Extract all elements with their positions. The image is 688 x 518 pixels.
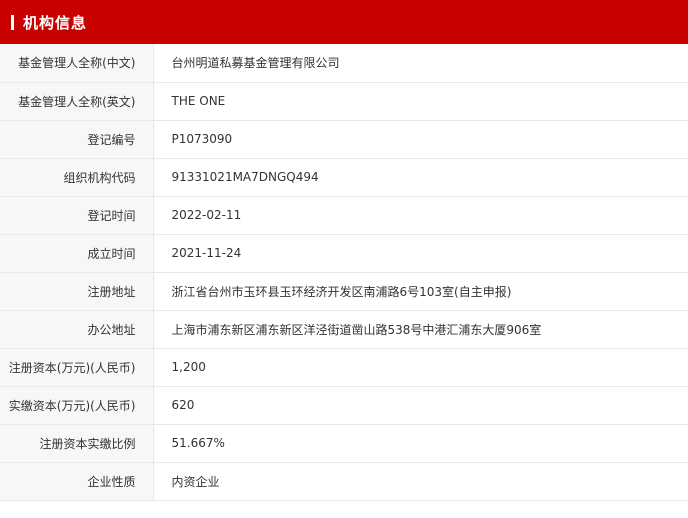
table-row: 办公地址 上海市浦东新区浦东新区洋泾街道凿山路538号中港汇浦东大厦906室 bbox=[0, 310, 688, 349]
row-label: 组织机构代码 bbox=[0, 158, 154, 197]
row-value: THE ONE bbox=[153, 82, 688, 121]
row-label: 登记时间 bbox=[0, 196, 154, 235]
row-label: 成立时间 bbox=[0, 234, 154, 273]
row-value: 上海市浦东新区浦东新区洋泾街道凿山路538号中港汇浦东大厦906室 bbox=[153, 310, 688, 349]
institution-info-table: 基金管理人全称(中文) 台州明道私募基金管理有限公司 基金管理人全称(英文) T… bbox=[0, 44, 688, 501]
table-row: 成立时间 2021-11-24 bbox=[0, 234, 688, 273]
row-value: P1073090 bbox=[153, 120, 688, 159]
row-label: 登记编号 bbox=[0, 120, 154, 159]
row-label: 实缴资本(万元)(人民币) bbox=[0, 386, 154, 425]
row-label: 基金管理人全称(中文) bbox=[0, 44, 154, 83]
row-label: 注册资本(万元)(人民币) bbox=[0, 348, 154, 387]
section-title: 机构信息 bbox=[23, 13, 88, 32]
table-row: 基金管理人全称(中文) 台州明道私募基金管理有限公司 bbox=[0, 44, 688, 83]
row-value: 2021-11-24 bbox=[153, 234, 688, 273]
row-label: 企业性质 bbox=[0, 462, 154, 501]
row-label: 办公地址 bbox=[0, 310, 154, 349]
row-value: 台州明道私募基金管理有限公司 bbox=[153, 44, 688, 83]
row-value: 浙江省台州市玉环县玉环经济开发区南浦路6号103室(自主申报) bbox=[153, 272, 688, 311]
row-value: 51.667% bbox=[153, 424, 688, 463]
table-row: 企业性质 内资企业 bbox=[0, 462, 688, 501]
table-row: 注册资本实缴比例 51.667% bbox=[0, 424, 688, 463]
section-header: 机构信息 bbox=[0, 0, 688, 44]
row-label: 注册地址 bbox=[0, 272, 154, 311]
table-row: 登记编号 P1073090 bbox=[0, 120, 688, 159]
table-row: 基金管理人全称(英文) THE ONE bbox=[0, 82, 688, 121]
table-row: 登记时间 2022-02-11 bbox=[0, 196, 688, 235]
row-value: 91331021MA7DNGQ494 bbox=[153, 158, 688, 197]
table-row: 实缴资本(万元)(人民币) 620 bbox=[0, 386, 688, 425]
table-row: 组织机构代码 91331021MA7DNGQ494 bbox=[0, 158, 688, 197]
row-value: 620 bbox=[153, 386, 688, 425]
row-value: 1,200 bbox=[153, 348, 688, 387]
row-value: 内资企业 bbox=[153, 462, 688, 501]
header-accent-bar bbox=[11, 14, 14, 30]
row-value: 2022-02-11 bbox=[153, 196, 688, 235]
row-label: 基金管理人全称(英文) bbox=[0, 82, 154, 121]
table-row: 注册地址 浙江省台州市玉环县玉环经济开发区南浦路6号103室(自主申报) bbox=[0, 272, 688, 311]
table-row: 注册资本(万元)(人民币) 1,200 bbox=[0, 348, 688, 387]
row-label: 注册资本实缴比例 bbox=[0, 424, 154, 463]
